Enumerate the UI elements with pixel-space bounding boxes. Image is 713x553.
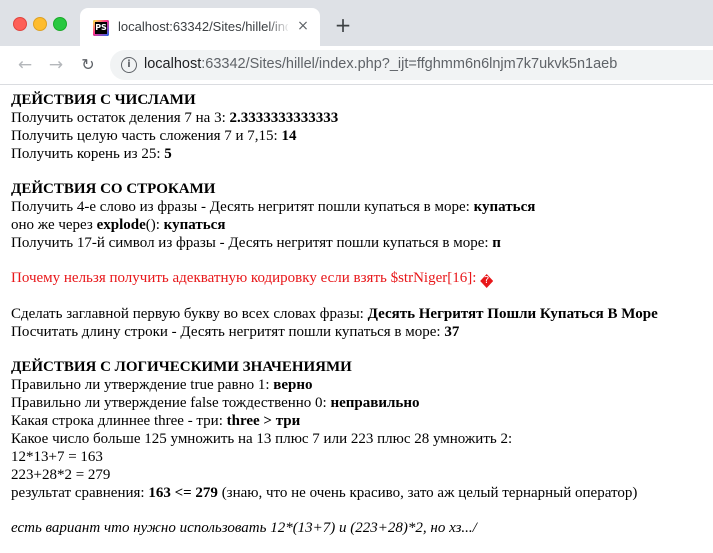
close-window-button[interactable] [13, 17, 27, 31]
italic-note: есть вариант что нужно использовать 12*(… [11, 520, 477, 536]
url-text[interactable]: localhost:63342/Sites/hillel/index.php?_… [144, 56, 617, 72]
tab-title: localhost:63342/Sites/hillel/index.php?_… [118, 19, 288, 34]
url-path: :63342/Sites/hillel/index.php?_ijt=ffghm… [201, 56, 618, 72]
logic-line-1: Правильно ли утверждение true равно 1: в… [11, 377, 313, 393]
encoding-question: Почему нельзя получить адекватную кодиро… [11, 269, 711, 288]
logic-line-5: 12*13+7 = 163 [11, 449, 103, 465]
minimize-window-button[interactable] [33, 17, 47, 31]
phpstorm-favicon-icon: PS [93, 20, 109, 36]
numbers-line-1: Получить остаток деления 7 на 3: 2.33333… [11, 110, 339, 126]
strings-line-5: Посчитать длину строки - Десять негритят… [11, 324, 460, 340]
logic-line-3: Какая строка длиннее three - три: three … [11, 413, 301, 429]
logic-line-2: Правильно ли утверждение false тождестве… [11, 395, 420, 411]
numbers-line-3: Получить корень из 25: 5 [11, 146, 172, 162]
forward-arrow-icon[interactable]: → [45, 54, 67, 76]
tab-strip: PS localhost:63342/Sites/hillel/index.ph… [0, 0, 713, 46]
strings-line-4: Сделать заглавной первую букву во всех с… [11, 306, 658, 322]
logic-heading: ДЕЙСТВИЯ С ЛОГИЧЕСКИМИ ЗНАЧЕНИЯМИ [11, 359, 352, 375]
browser-tab[interactable]: PS localhost:63342/Sites/hillel/index.ph… [80, 8, 320, 46]
back-arrow-icon[interactable]: ← [14, 54, 36, 76]
browser-toolbar: ← → ↻ i localhost:63342/Sites/hillel/ind… [0, 46, 713, 85]
tab-title-fade [268, 16, 290, 38]
page-content: ДЕЙСТВИЯ С ЧИСЛАМИ Получить остаток деле… [11, 91, 711, 537]
strings-line-2: оно же через explode(): купаться [11, 217, 226, 233]
strings-heading: ДЕЙСТВИЯ СО СТРОКАМИ [11, 181, 216, 197]
logic-line-4: Какое число больше 125 умножить на 13 пл… [11, 431, 513, 447]
logic-line-7: результат сравнения: 163 <= 279 (знаю, ч… [11, 485, 638, 501]
site-info-icon[interactable]: i [121, 57, 137, 73]
strings-line-1: Получить 4-е слово из фразы - Десять нег… [11, 199, 536, 215]
tab-close-icon[interactable]: × [294, 17, 312, 35]
zoom-window-button[interactable] [53, 17, 67, 31]
logic-line-6: 223+28*2 = 279 [11, 467, 111, 483]
address-bar[interactable]: i localhost:63342/Sites/hillel/index.php… [110, 50, 713, 80]
strings-line-3: Получить 17-й символ из фразы - Десять н… [11, 235, 501, 251]
numbers-heading: ДЕЙСТВИЯ С ЧИСЛАМИ [11, 92, 196, 108]
new-tab-button[interactable]: + [332, 14, 354, 36]
url-host: localhost [144, 56, 202, 72]
numbers-line-2: Получить целую часть сложения 7 и 7,15: … [11, 128, 297, 144]
replacement-char-icon: ? [480, 274, 494, 288]
reload-icon[interactable]: ↻ [77, 54, 99, 76]
